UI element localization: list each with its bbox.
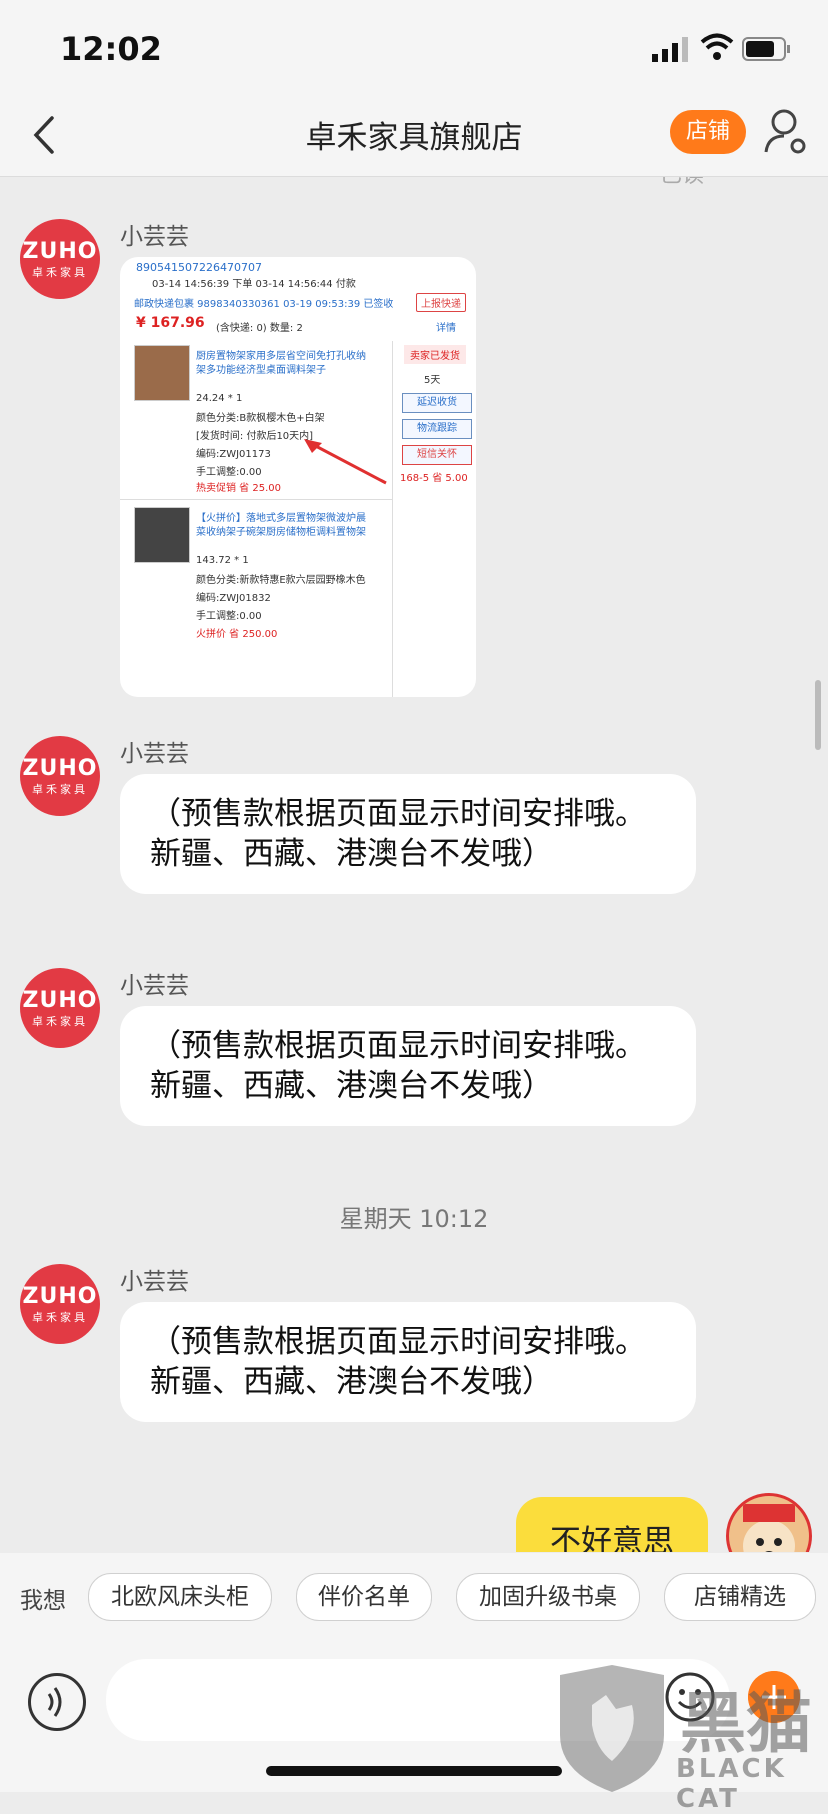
item-separator (120, 499, 392, 500)
quick-phrase-bar: 我想 北欧风床头柜 伴价名单 加固升级书桌 店铺精选 (0, 1553, 828, 1643)
side-promo: 168-5 省 5.00 (400, 473, 468, 484)
read-receipt: 已读 (660, 177, 704, 189)
delay-receipt-button: 延迟收货 (402, 393, 472, 413)
watermark-text: 黑猫 (680, 1685, 812, 1762)
home-indicator[interactable] (266, 1766, 562, 1776)
item1-sku: 颜色分类:B款枫樱木色+白架 (196, 413, 325, 424)
item2-title-line1: 【火拼价】落地式多层置物架微波炉晨 (196, 513, 366, 524)
avatar-sub: 卓禾家具 (32, 266, 88, 279)
shop-button[interactable]: 店铺 (670, 110, 746, 154)
dog-avatar-icon (743, 1504, 795, 1552)
order-days: 5天 (424, 375, 441, 386)
avatar-brand: ZUHO (22, 239, 98, 264)
item1-price: 24.24 * 1 (196, 393, 243, 404)
chat-area[interactable]: 已读 ZUHO 卓禾家具 小芸芸 890541507226470707 03-1… (0, 177, 828, 1552)
sender-name: 小芸芸 (120, 973, 189, 999)
sms-care-button: 短信关怀 (402, 445, 472, 465)
item2-thumbnail (134, 507, 190, 563)
battery-icon (742, 37, 790, 61)
seller-status: 卖家已发货 (404, 345, 466, 364)
item1-thumbnail (134, 345, 190, 401)
message-bubble[interactable]: （预售款根据页面显示时间安排哦。新疆、西藏、港澳台不发哦） (120, 774, 696, 894)
day-timestamp: 星期天 10:12 (339, 1205, 489, 1233)
item2-price: 143.72 * 1 (196, 555, 249, 566)
quick-label: 我想 (20, 1588, 66, 1614)
item1-adjust: 手工调整:0.00 (196, 467, 262, 478)
avatar-brand: ZUHO (22, 988, 98, 1013)
item2-code: 编码:ZWJ01832 (196, 593, 271, 604)
avatar[interactable]: ZUHO 卓禾家具 (20, 736, 100, 816)
quick-chip[interactable]: 店铺精选 (664, 1573, 816, 1621)
order-detail: 详情 (436, 323, 456, 334)
card-divider (392, 341, 393, 697)
item2-promo: 火拼价 省 250.00 (196, 629, 278, 640)
message-bubble[interactable]: （预售款根据页面显示时间安排哦。新疆、西藏、港澳台不发哦） (120, 1302, 696, 1422)
status-bar: 12:02 (0, 0, 828, 96)
avatar-sub: 卓禾家具 (32, 1311, 88, 1324)
order-price: ¥ 167.96 (136, 315, 205, 331)
item1-title-line2: 架多功能经济型桌面调料架子 (196, 365, 326, 376)
my-message-bubble[interactable]: 不好意思 (516, 1497, 708, 1552)
track-logistics-button: 物流跟踪 (402, 419, 472, 439)
sender-name: 小芸芸 (120, 1269, 189, 1295)
chat-scrollbar[interactable] (815, 680, 821, 750)
avatar-sub: 卓禾家具 (32, 1015, 88, 1028)
item2-adjust: 手工调整:0.00 (196, 611, 262, 622)
watermark-subtext: BLACK CAT (676, 1754, 787, 1814)
report-express-button: 上报快递 (416, 293, 466, 312)
voice-icon[interactable] (28, 1673, 86, 1731)
quick-chip[interactable]: 伴价名单 (296, 1573, 432, 1621)
item1-title-line1: 厨房置物架家用多层省空间免打孔收纳 (196, 351, 366, 362)
red-arrow-icon (304, 439, 387, 485)
item1-code: 编码:ZWJ01173 (196, 449, 271, 460)
order-shipping: 邮政快递包裹 9898340330361 03-19 09:53:39 已签收 (134, 299, 394, 310)
message-bubble[interactable]: （预售款根据页面显示时间安排哦。新疆、西藏、港澳台不发哦） (120, 1006, 696, 1126)
wifi-icon (700, 33, 734, 60)
avatar[interactable]: ZUHO 卓禾家具 (20, 1264, 100, 1344)
order-screenshot-image[interactable]: 890541507226470707 03-14 14:56:39 下单 03-… (120, 257, 476, 697)
item1-ship-time: [发货时间: 付款后10天内] (196, 431, 314, 442)
quick-chip[interactable]: 北欧风床头柜 (88, 1573, 272, 1621)
order-no: 890541507226470707 (136, 261, 262, 274)
quick-chip[interactable]: 加固升级书桌 (456, 1573, 640, 1621)
avatar[interactable]: ZUHO 卓禾家具 (20, 968, 100, 1048)
order-times: 03-14 14:56:39 下单 03-14 14:56:44 付款 (152, 279, 356, 290)
avatar-brand: ZUHO (22, 1284, 98, 1309)
user-settings-icon[interactable] (762, 106, 810, 158)
avatar[interactable]: ZUHO 卓禾家具 (20, 219, 100, 299)
item2-title-line2: 菜收纳架子碗架厨房储物柜调料置物架 (196, 527, 366, 538)
nav-bar: 卓禾家具旗舰店 店铺 (0, 96, 828, 177)
avatar-brand: ZUHO (22, 756, 98, 781)
sender-name: 小芸芸 (120, 224, 189, 250)
sender-name: 小芸芸 (120, 741, 189, 767)
my-avatar[interactable] (726, 1493, 812, 1552)
item1-promo: 热卖促销 省 25.00 (196, 483, 281, 494)
signal-icon (652, 37, 688, 62)
order-price-note: (含快递: 0) 数量: 2 (216, 323, 303, 334)
item2-sku: 颜色分类:新款特惠E款六层园野橡木色 (196, 575, 366, 586)
status-time: 12:02 (60, 30, 162, 68)
avatar-sub: 卓禾家具 (32, 783, 88, 796)
